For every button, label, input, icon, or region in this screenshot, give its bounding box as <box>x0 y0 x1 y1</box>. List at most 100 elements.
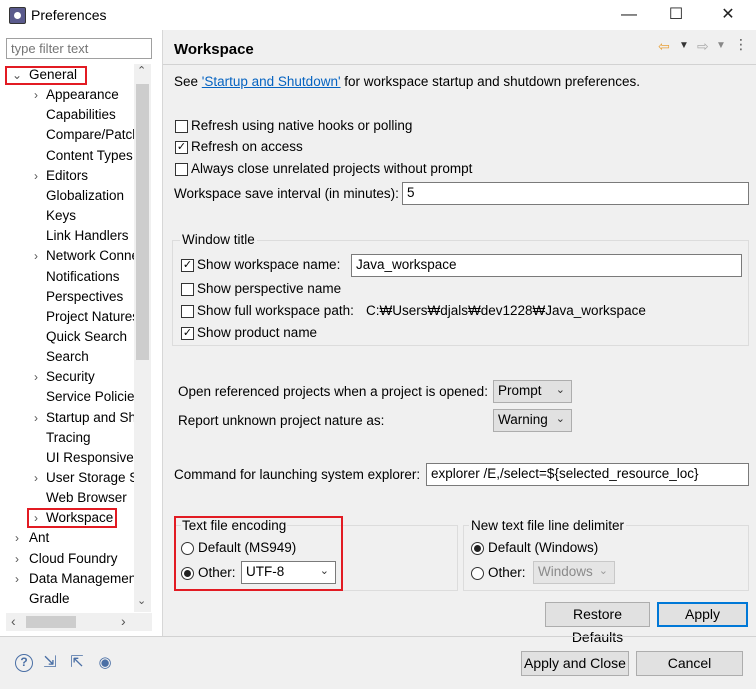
import-icon[interactable]: ⇲ <box>41 654 59 672</box>
intro-suffix: for workspace startup and shutdown prefe… <box>340 74 640 89</box>
chevron-down-icon: ⌄ <box>555 384 565 396</box>
restore-defaults-button[interactable]: Restore Defaults <box>545 602 650 645</box>
chevron-right-icon[interactable]: › <box>30 249 42 263</box>
open-ref-select[interactable]: Prompt ⌄ <box>493 380 572 403</box>
refresh-native-checkbox[interactable] <box>175 120 188 133</box>
open-ref-value: Prompt <box>498 383 542 398</box>
report-unknown-label: Report unknown project nature as: <box>178 413 385 428</box>
view-menu-icon[interactable]: ⋮ <box>734 36 748 53</box>
chevron-right-icon[interactable]: › <box>30 88 42 102</box>
help-icon[interactable]: ? <box>15 654 33 672</box>
cmd-label: Command for launching system explorer: <box>174 467 421 482</box>
chevron-right-icon[interactable]: › <box>30 370 42 384</box>
always-close-label: Always close unrelated projects without … <box>191 161 473 176</box>
filter-input[interactable] <box>6 38 152 59</box>
chevron-down-icon: ⌄ <box>598 565 608 577</box>
tree-item-project-natures[interactable]: Project Natures <box>46 307 134 327</box>
export-icon[interactable]: ⇱ <box>68 654 86 672</box>
window-title: Preferences <box>31 7 107 23</box>
delimiter-default-label: Default (Windows) <box>488 540 599 555</box>
show-product-checkbox[interactable]: ✓ <box>181 327 194 340</box>
scroll-left-arrow[interactable]: ‹ <box>11 613 16 629</box>
apply-button[interactable]: Apply <box>657 602 748 627</box>
tree-horizontal-scroll-thumb[interactable] <box>26 616 76 628</box>
tree-item-security[interactable]: Security <box>46 367 134 387</box>
show-full-path-checkbox[interactable] <box>181 305 194 318</box>
startup-shutdown-link[interactable]: 'Startup and Shutdown' <box>202 74 341 89</box>
tree-item-service-policies[interactable]: Service Policies <box>46 387 134 407</box>
delimiter-select[interactable]: Windows ⌄ <box>533 561 615 584</box>
refresh-access-label: Refresh on access <box>191 139 303 154</box>
cancel-button[interactable]: Cancel <box>636 651 743 676</box>
save-interval-label: Workspace save interval (in minutes): <box>174 186 399 201</box>
highlight-general <box>5 66 87 85</box>
report-unknown-value: Warning <box>498 412 548 427</box>
chevron-down-icon: ⌄ <box>555 413 565 425</box>
tree-item-appearance[interactable]: Appearance <box>46 85 134 105</box>
page-title: Workspace <box>174 41 254 58</box>
tree-item-globalization[interactable]: Globalization <box>46 186 134 206</box>
highlight-encoding <box>174 516 343 591</box>
tree-item-capabilities[interactable]: Capabilities <box>46 105 134 125</box>
intro-text: See 'Startup and Shutdown' for workspace… <box>174 74 640 89</box>
delimiter-other-radio[interactable] <box>471 567 484 580</box>
tree-item-ui-responsiveness[interactable]: UI Responsiveness <box>46 448 134 468</box>
refresh-access-checkbox[interactable]: ✓ <box>175 141 188 154</box>
show-workspace-name-label: Show workspace name: <box>197 257 341 272</box>
delimiter-value: Windows <box>538 564 593 579</box>
tree-item-ant[interactable]: Ant <box>29 528 134 548</box>
scroll-right-arrow[interactable]: › <box>121 613 126 629</box>
tree-item-content-types[interactable]: Content Types <box>46 146 134 166</box>
forward-arrow-icon[interactable]: ⇨ <box>697 38 709 55</box>
tree-item-search[interactable]: Search <box>46 347 134 367</box>
tree-vertical-scroll-thumb[interactable] <box>136 84 149 360</box>
show-workspace-name-checkbox[interactable]: ✓ <box>181 259 194 272</box>
refresh-native-label: Refresh using native hooks or polling <box>191 118 413 133</box>
intro-prefix: See <box>174 74 202 89</box>
chevron-right-icon[interactable]: › <box>11 572 23 586</box>
maximize-button[interactable]: ☐ <box>664 4 688 26</box>
chevron-right-icon[interactable]: › <box>30 411 42 425</box>
save-interval-input[interactable]: 5 <box>402 182 749 205</box>
chevron-right-icon[interactable]: › <box>30 471 42 485</box>
tree-item-user-storage-service[interactable]: User Storage Service <box>46 468 134 488</box>
delimiter-other-label: Other: <box>488 565 526 580</box>
tree-item-link-handlers[interactable]: Link Handlers <box>46 226 134 246</box>
tree-item-tracing[interactable]: Tracing <box>46 428 134 448</box>
back-menu-icon[interactable]: ▼ <box>679 40 689 51</box>
tree-item-cloud-foundry[interactable]: Cloud Foundry <box>29 549 134 569</box>
tree-item-keys[interactable]: Keys <box>46 206 134 226</box>
apply-and-close-button[interactable]: Apply and Close <box>521 651 629 676</box>
tree-item-perspectives[interactable]: Perspectives <box>46 287 134 307</box>
tree-item-network-connections[interactable]: Network Connections <box>46 246 134 266</box>
record-icon[interactable]: ◉ <box>96 654 114 672</box>
scroll-up-arrow[interactable]: ⌃ <box>137 64 146 77</box>
report-unknown-select[interactable]: Warning ⌄ <box>493 409 572 432</box>
close-window-button[interactable]: ✕ <box>716 4 740 26</box>
show-perspective-checkbox[interactable] <box>181 283 194 296</box>
tree-item-web-browser[interactable]: Web Browser <box>46 488 134 508</box>
tree-item-gradle[interactable]: Gradle <box>29 589 134 609</box>
header-separator <box>163 64 756 65</box>
back-arrow-icon[interactable]: ⇦ <box>658 38 670 55</box>
tree-item-compare-patch[interactable]: Compare/Patch <box>46 125 134 145</box>
pane-divider <box>162 30 163 636</box>
forward-menu-icon[interactable]: ▼ <box>716 40 726 51</box>
chevron-right-icon[interactable]: › <box>11 552 23 566</box>
tree-item-quick-search[interactable]: Quick Search <box>46 327 134 347</box>
tree-item-notifications[interactable]: Notifications <box>46 267 134 287</box>
chevron-right-icon[interactable]: › <box>11 531 23 545</box>
minimize-button[interactable]: — <box>617 4 641 26</box>
show-product-label: Show product name <box>197 325 318 340</box>
tree-item-data-management[interactable]: Data Management <box>29 569 134 589</box>
scroll-down-arrow[interactable]: ⌄ <box>137 594 146 607</box>
chevron-right-icon[interactable]: › <box>30 169 42 183</box>
always-close-checkbox[interactable] <box>175 163 188 176</box>
eclipse-app-icon <box>9 7 26 24</box>
workspace-name-input[interactable]: Java_workspace <box>351 254 742 277</box>
cmd-input[interactable]: explorer /E,/select=${selected_resource_… <box>426 463 749 486</box>
tree-item-startup-and-shutdown[interactable]: Startup and Shutdown <box>46 408 134 428</box>
tree-item-editors[interactable]: Editors <box>46 166 134 186</box>
full-path-value: C:₩Users₩djals₩dev1228₩Java_workspace <box>366 303 646 318</box>
delimiter-default-radio[interactable] <box>471 542 484 555</box>
